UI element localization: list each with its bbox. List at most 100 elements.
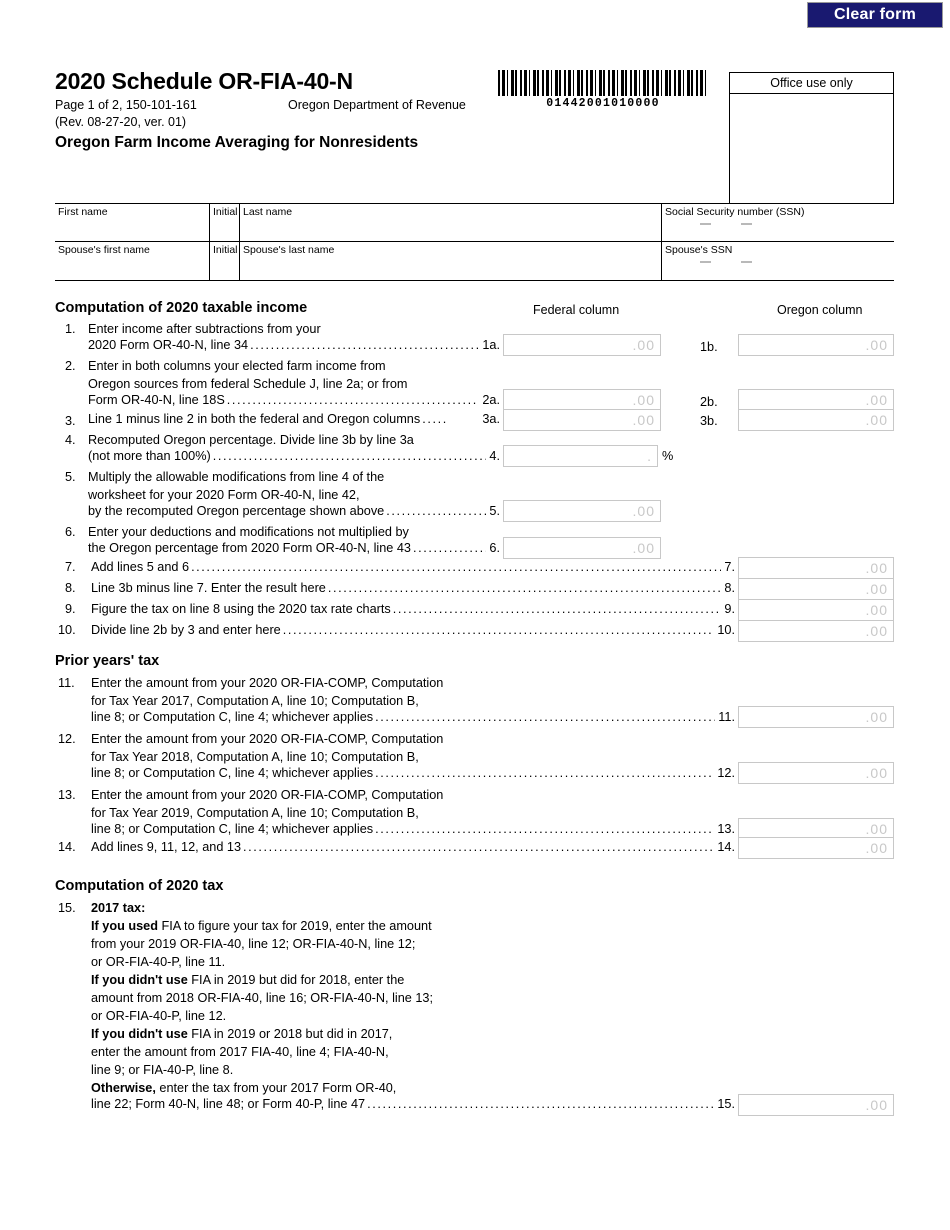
line-1-leader: 2020 Form OR-40-N, line 34 .............… bbox=[88, 338, 500, 352]
line-9-input[interactable]: .00 bbox=[738, 599, 894, 621]
first-name-label: First name bbox=[58, 206, 108, 218]
money-placeholder: .00 bbox=[865, 765, 888, 781]
line-15-paragraph-4-line-2: line 22; Form 40-N, line 48; or Form 40-… bbox=[91, 1097, 366, 1111]
line-12-input[interactable]: .00 bbox=[738, 762, 894, 784]
line-5-text-a: Multiply the allowable modifications fro… bbox=[88, 470, 385, 484]
line-9-text-a: Figure the tax on line 8 using the 2020 … bbox=[91, 602, 391, 616]
table-row: Spouse's first name Initial Spouse's las… bbox=[55, 242, 894, 280]
line-2b-input[interactable]: .00 bbox=[738, 389, 894, 411]
line-1b-input[interactable]: .00 bbox=[738, 334, 894, 356]
line-5-leader: by the recomputed Oregon percentage show… bbox=[88, 504, 500, 518]
line-11-leader: line 8; or Computation C, line 4; whiche… bbox=[91, 710, 735, 724]
form-subtitle: Oregon Farm Income Averaging for Nonresi… bbox=[55, 134, 419, 151]
money-placeholder: .00 bbox=[865, 581, 888, 597]
leader-dots: ........................................… bbox=[191, 560, 721, 574]
line-11-text-c: line 8; or Computation C, line 4; whiche… bbox=[91, 710, 374, 724]
line-5-number: 5. bbox=[65, 470, 76, 484]
section-heading-tax-computation: Computation of 2020 tax bbox=[55, 878, 224, 894]
money-placeholder: .00 bbox=[865, 412, 888, 428]
line-15-paragraph-1-line-2: from your 2019 OR-FIA-40, line 12; OR-FI… bbox=[91, 937, 416, 951]
line-15-paragraph-3-line-2: enter the amount from 2017 FIA-40, line … bbox=[91, 1045, 389, 1059]
line-6-leader: the Oregon percentage from 2020 Form OR-… bbox=[88, 541, 500, 555]
line-4-input[interactable]: . bbox=[503, 445, 658, 467]
ssn-separators bbox=[700, 261, 820, 263]
line-15-p2-rest: FIA in 2019 but did for 2018, enter the bbox=[187, 973, 405, 987]
leader-dots: ........................................… bbox=[226, 393, 480, 407]
last-name-field[interactable]: Last name bbox=[240, 204, 662, 241]
page-title: 2020 Schedule OR-FIA-40-N bbox=[55, 68, 353, 94]
line-3-leader: Line 1 minus line 2 in both the federal … bbox=[88, 412, 500, 426]
line-15-ref: 15. bbox=[717, 1097, 735, 1111]
line-11-input[interactable]: .00 bbox=[738, 706, 894, 728]
spouse-last-name-field[interactable]: Spouse's last name bbox=[240, 242, 662, 280]
line-8-input[interactable]: .00 bbox=[738, 578, 894, 600]
leader-dots: ........................................… bbox=[367, 1097, 714, 1111]
line-10-text-a: Divide line 2b by 3 and enter here bbox=[91, 623, 281, 637]
spouse-first-name-field[interactable]: Spouse's first name bbox=[55, 242, 210, 280]
line-13-leader: line 8; or Computation C, line 4; whiche… bbox=[91, 822, 735, 836]
leader-dots: ............................... bbox=[386, 504, 486, 518]
line-1a-input[interactable]: .00 bbox=[503, 334, 661, 356]
leader-dots: ........................................… bbox=[250, 338, 480, 352]
leader-dots: ........................................… bbox=[212, 449, 487, 463]
line-3a-input[interactable]: .00 bbox=[503, 409, 661, 431]
line-6-ref: 6. bbox=[489, 541, 500, 555]
leader-dots: ........................................… bbox=[282, 623, 715, 637]
line-8-text-a: Line 3b minus line 7. Enter the result h… bbox=[91, 581, 326, 595]
line-15-paragraph-3-line-1: If you didn't use FIA in 2019 or 2018 bu… bbox=[91, 1025, 392, 1044]
line-10-ref: 10. bbox=[717, 623, 735, 637]
line-15-p3-bold: If you didn't use bbox=[91, 1027, 188, 1041]
line-10-leader: 10. Divide line 2b by 3 and enter here .… bbox=[58, 623, 735, 637]
line-15-p3-rest: FIA in 2019 or 2018 but did in 2017, bbox=[187, 1027, 393, 1041]
line-11-number: 11. bbox=[58, 676, 75, 690]
line-11-ref: 11. bbox=[718, 710, 735, 724]
money-placeholder: .00 bbox=[865, 560, 888, 576]
spouse-last-name-label: Spouse's last name bbox=[243, 244, 335, 256]
line-2a-input[interactable]: .00 bbox=[503, 389, 661, 411]
line-15-p1-rest: FIA to figure your tax for 2019, enter t… bbox=[157, 919, 432, 933]
money-placeholder: .00 bbox=[865, 602, 888, 618]
line-2-text-b: Oregon sources from federal Schedule J, … bbox=[88, 377, 408, 391]
line-7-number: 7. bbox=[65, 560, 76, 574]
money-placeholder: .00 bbox=[632, 337, 655, 353]
spouse-initial-field[interactable]: Initial bbox=[210, 242, 240, 280]
line-6-input[interactable]: .00 bbox=[503, 537, 661, 559]
spouse-ssn-field[interactable]: Spouse's SSN bbox=[662, 242, 894, 280]
percent-symbol: % bbox=[662, 449, 674, 463]
line-5-input[interactable]: .00 bbox=[503, 500, 661, 522]
leader-dots: ........................................… bbox=[375, 822, 714, 836]
line-7-input[interactable]: .00 bbox=[738, 557, 894, 579]
line-15-input[interactable]: .00 bbox=[738, 1094, 894, 1116]
line-1b-ref: 1b. bbox=[700, 340, 718, 354]
line-7-text-a: Add lines 5 and 6 bbox=[91, 560, 190, 574]
line-15-paragraph-2-line-2: amount from 2018 OR-FIA-40, line 16; OR-… bbox=[91, 991, 433, 1005]
line-13-ref: 13. bbox=[717, 822, 735, 836]
line-3a-ref: 3a. bbox=[482, 412, 500, 426]
line-15-p4-bold: Otherwise, bbox=[91, 1081, 156, 1095]
line-15-paragraph-2-line-1: If you didn't use FIA in 2019 but did fo… bbox=[91, 971, 404, 990]
money-placeholder: .00 bbox=[632, 392, 655, 408]
line-15-p2-bold: If you didn't use bbox=[91, 973, 188, 987]
line-4-leader: (not more than 100%) ...................… bbox=[88, 449, 500, 463]
first-name-field[interactable]: First name bbox=[55, 204, 210, 241]
line-15-paragraph-1-line-1: If you used FIA to figure your tax for 2… bbox=[91, 917, 432, 936]
line-3b-input[interactable]: .00 bbox=[738, 409, 894, 431]
line-8-leader: 8. Line 3b minus line 7. Enter the resul… bbox=[65, 581, 735, 595]
line-6-text-a: Enter your deductions and modifications … bbox=[88, 525, 409, 539]
line-13-number: 13. bbox=[58, 788, 76, 802]
line-11-text-b: for Tax Year 2017, Computation A, line 1… bbox=[91, 694, 419, 708]
line-10-input[interactable]: .00 bbox=[738, 620, 894, 642]
line-13-text-a: Enter the amount from your 2020 OR-FIA-C… bbox=[91, 788, 444, 802]
dash-icon bbox=[741, 261, 752, 263]
line-5-text-c: by the recomputed Oregon percentage show… bbox=[88, 504, 385, 518]
money-placeholder: .00 bbox=[632, 503, 655, 519]
page-meta-line-2: (Rev. 08-27-20, ver. 01) bbox=[55, 115, 187, 129]
ssn-field[interactable]: Social Security number (SSN) bbox=[662, 204, 894, 241]
line-14-input[interactable]: .00 bbox=[738, 837, 894, 859]
line-1a-ref: 1a. bbox=[482, 338, 500, 352]
line-12-ref: 12. bbox=[717, 766, 735, 780]
clear-form-button[interactable]: Clear form bbox=[807, 2, 943, 28]
line-14-ref: 14. bbox=[717, 840, 735, 854]
initial-field[interactable]: Initial bbox=[210, 204, 240, 241]
line-8-number: 8. bbox=[65, 581, 76, 595]
